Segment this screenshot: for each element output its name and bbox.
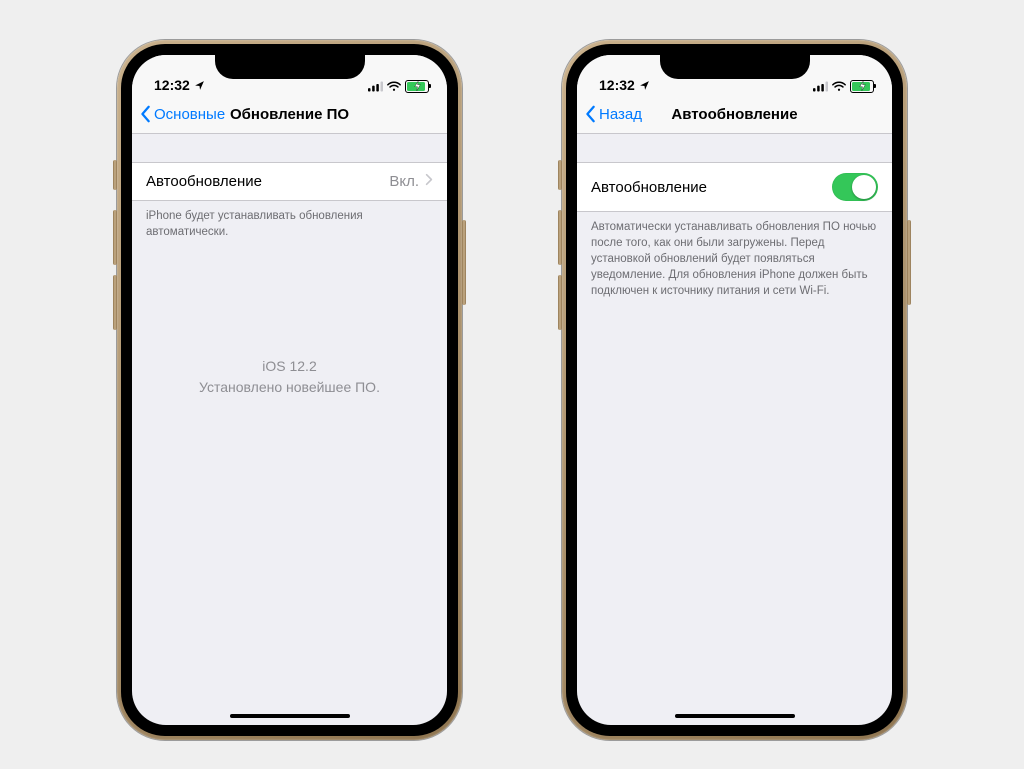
phone-right: 12:32 [562, 40, 907, 740]
status-time: 12:32 [599, 77, 635, 93]
update-status-block: iOS 12.2 Установлено новейшее ПО. [132, 356, 447, 398]
auto-update-row[interactable]: Автообновление Вкл. [132, 162, 447, 201]
location-icon [194, 80, 205, 91]
cellular-icon [368, 81, 383, 92]
stage: 12:32 [0, 0, 1024, 769]
home-indicator[interactable] [230, 714, 350, 719]
row-value: Вкл. [389, 173, 419, 190]
home-indicator[interactable] [675, 714, 795, 719]
battery-icon [850, 80, 874, 93]
ios-version: iOS 12.2 [132, 356, 447, 377]
location-icon [639, 80, 650, 91]
back-button[interactable]: Основные [140, 95, 225, 133]
auto-update-toggle-row: Автообновление [577, 162, 892, 212]
chevron-right-icon [425, 173, 433, 190]
status-time: 12:32 [154, 77, 190, 93]
nav-bar: Назад Автообновление [577, 95, 892, 134]
wifi-icon [832, 81, 846, 92]
back-button[interactable]: Назад [585, 95, 642, 133]
auto-update-toggle[interactable] [832, 173, 878, 201]
back-label: Назад [599, 106, 642, 123]
notch [215, 55, 365, 79]
footer-text: Автоматически устанавливать обновления П… [577, 212, 892, 299]
cellular-icon [813, 81, 828, 92]
notch [660, 55, 810, 79]
page-title: Обновление ПО [230, 106, 349, 123]
nav-bar: Основные Обновление ПО [132, 95, 447, 134]
back-label: Основные [154, 106, 225, 123]
footer-text: iPhone будет устанавливать обновления ав… [132, 201, 447, 240]
update-status: Установлено новейшее ПО. [132, 377, 447, 398]
battery-icon [405, 80, 429, 93]
row-label: Автообновление [146, 173, 262, 190]
phone-left: 12:32 [117, 40, 462, 740]
page-title: Автообновление [671, 106, 797, 123]
wifi-icon [387, 81, 401, 92]
row-label: Автообновление [591, 179, 707, 196]
